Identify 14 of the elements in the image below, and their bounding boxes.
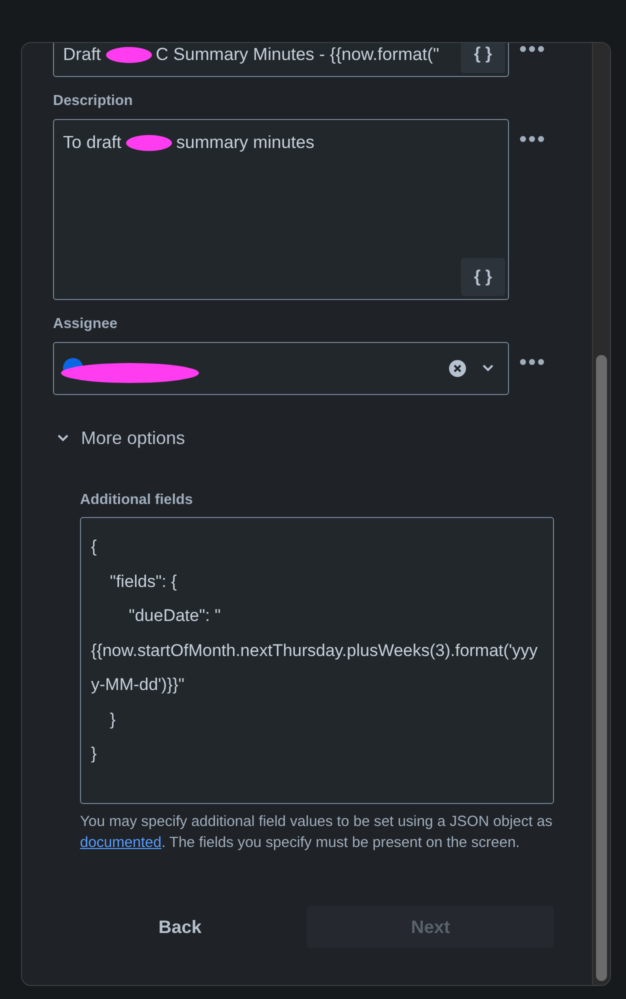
description-field[interactable]: To draft summary minutes { } (53, 118, 509, 300)
field-value: To draft summary minutes (63, 130, 316, 154)
documentation-link[interactable]: documented (80, 835, 162, 852)
more-options-toggle[interactable]: More options (57, 424, 186, 452)
insert-variable-button[interactable]: { } (461, 43, 505, 73)
summary-field[interactable]: Draft C Summary Minutes - {{now.format(" { } (53, 43, 509, 77)
json-editor[interactable]: { "fields": { "dueDate": "{{now.startOfMonth.nextThursday.plusWeeks(3).format('yyyy-MM-dd')}}" } } (80, 517, 554, 804)
help-text: You may specify additional field values to be set using a JSON object as documented. The fields you specify must be present on the screen. (80, 813, 554, 854)
field-label: Additional fields (80, 490, 194, 510)
back-button[interactable]: Back (80, 906, 280, 948)
insert-variable-button[interactable]: { } (461, 258, 505, 296)
field-label: Description (53, 92, 134, 111)
field-label: Assignee (53, 314, 118, 334)
field-value: Draft C Summary Minutes - {{now.format(" (63, 43, 440, 66)
